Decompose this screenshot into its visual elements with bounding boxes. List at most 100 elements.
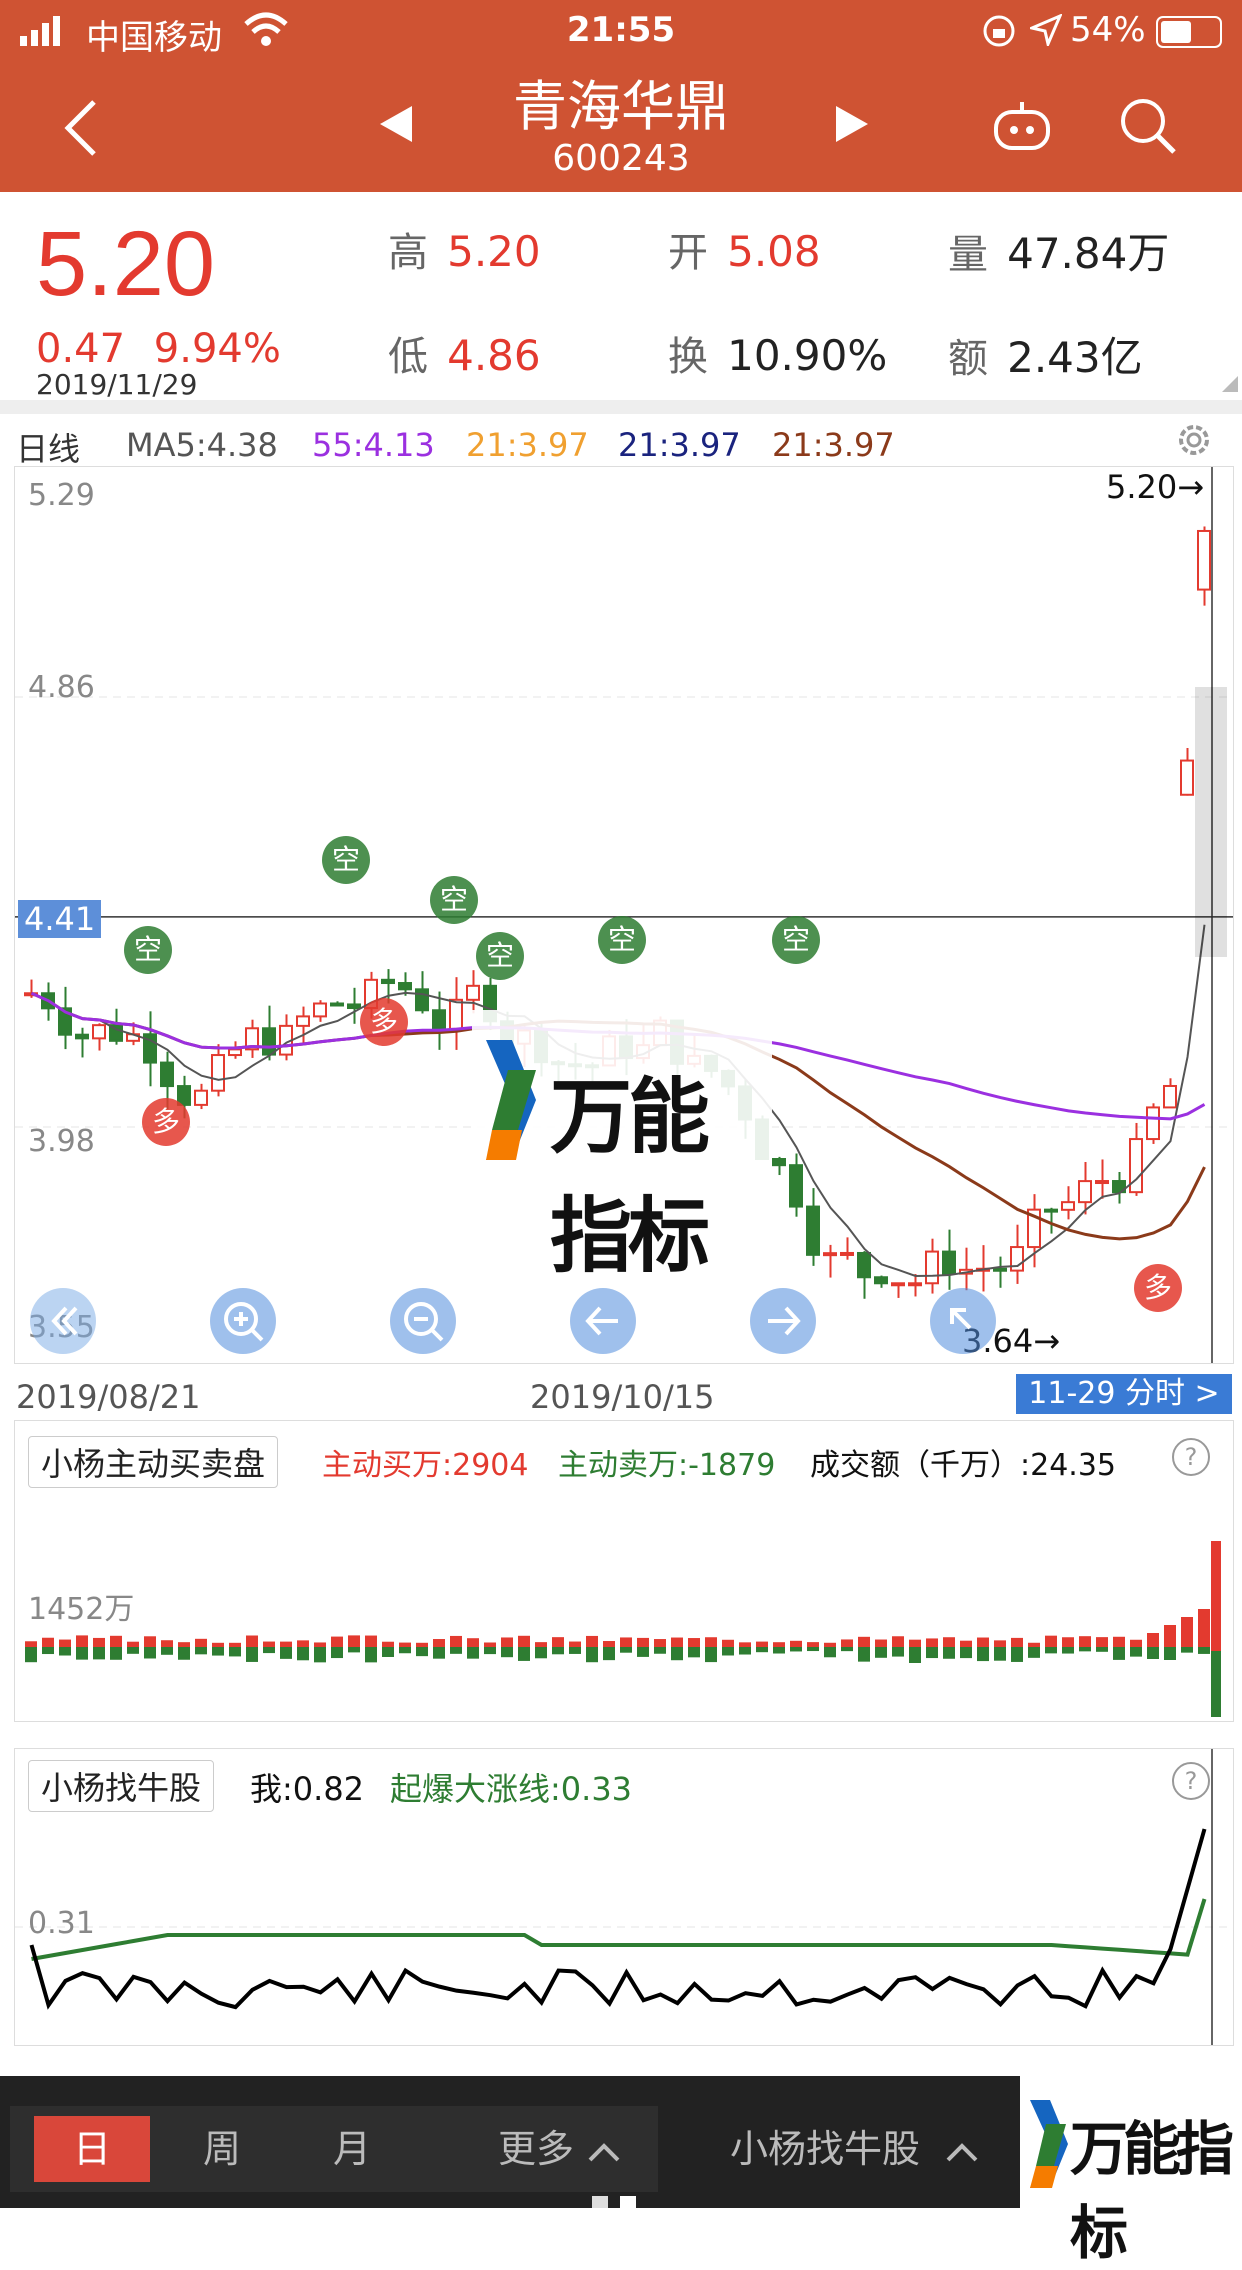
buy-bar bbox=[773, 1642, 785, 1647]
open-stat: 开 5.08 bbox=[668, 220, 821, 278]
buy-bar bbox=[178, 1642, 190, 1647]
tab-day[interactable]: 日 bbox=[34, 2116, 150, 2182]
short-signal-bubble: 空 bbox=[476, 932, 524, 980]
more-button[interactable]: 更多 bbox=[480, 2116, 640, 2182]
buy-bar bbox=[603, 1641, 615, 1647]
buy-bar bbox=[1198, 1609, 1210, 1647]
buy-bar bbox=[433, 1639, 445, 1647]
buy-bar bbox=[399, 1642, 411, 1647]
buy-bar bbox=[671, 1637, 683, 1647]
buy-bar bbox=[960, 1640, 972, 1647]
buy-bar bbox=[246, 1635, 258, 1647]
y-label-top: 5.29 bbox=[28, 478, 95, 513]
sell-bar bbox=[178, 1647, 190, 1660]
turnover-stat: 换 10.90% bbox=[668, 324, 887, 382]
settings-gear-icon[interactable] bbox=[1174, 420, 1214, 460]
sell-bar bbox=[1147, 1647, 1159, 1659]
buy-bar bbox=[1147, 1633, 1159, 1647]
buy-bar bbox=[909, 1639, 921, 1647]
buy-bar bbox=[739, 1642, 751, 1647]
minute-chart-link[interactable]: 11-29 分时 > bbox=[1016, 1374, 1232, 1414]
cursor-price-tag: 4.41 bbox=[18, 900, 102, 938]
candle-body bbox=[381, 978, 395, 985]
sell-bar bbox=[297, 1647, 309, 1661]
indicator-selector[interactable]: 小杨找牛股 bbox=[700, 2116, 1010, 2182]
candle-body bbox=[1078, 1180, 1092, 1204]
low-label: 低 bbox=[388, 334, 428, 380]
sell-bar bbox=[535, 1647, 547, 1659]
candle-body bbox=[993, 1267, 1007, 1272]
fast-back-button[interactable] bbox=[30, 1288, 96, 1354]
sell-bar bbox=[399, 1647, 411, 1654]
sell-bar bbox=[603, 1647, 615, 1661]
buy-bar bbox=[1045, 1635, 1057, 1647]
sell-bar bbox=[467, 1647, 479, 1659]
search-icon[interactable] bbox=[1118, 96, 1178, 156]
fullscreen-button[interactable] bbox=[930, 1288, 996, 1354]
candle-body bbox=[925, 1250, 939, 1285]
sell-bar bbox=[110, 1647, 122, 1660]
double-chevron-left-icon bbox=[51, 1306, 78, 1336]
low-stat: 低 4.86 bbox=[388, 324, 541, 382]
candle-body bbox=[92, 1024, 106, 1040]
watermark-logo-icon bbox=[486, 1040, 536, 1160]
candle-body bbox=[330, 1002, 344, 1007]
zoom-out-button[interactable] bbox=[390, 1288, 456, 1354]
sell-bar bbox=[909, 1647, 921, 1663]
sell-bar bbox=[416, 1647, 428, 1657]
robot-icon[interactable] bbox=[990, 100, 1054, 152]
sell-bar bbox=[365, 1647, 377, 1663]
ma21-brown-label: 21:3.97 bbox=[772, 426, 895, 464]
scroll-thumb bbox=[1195, 687, 1227, 957]
buy-bar bbox=[416, 1642, 428, 1647]
tab-month[interactable]: 月 bbox=[294, 2116, 410, 2182]
candle-body bbox=[398, 982, 412, 991]
period-label[interactable]: 日线 bbox=[16, 424, 80, 470]
sell-bar bbox=[722, 1647, 734, 1656]
buy-bar bbox=[790, 1640, 802, 1647]
sell-bar bbox=[1062, 1647, 1074, 1654]
long-signal-bubble: 多 bbox=[360, 998, 408, 1046]
sell-bar bbox=[263, 1647, 275, 1654]
buy-bar bbox=[297, 1640, 309, 1647]
buy-bar bbox=[1079, 1636, 1091, 1647]
sell-bar bbox=[229, 1647, 241, 1657]
buy-bar bbox=[161, 1640, 173, 1647]
buy-sell-indicator-name[interactable]: 小杨主动买卖盘 bbox=[28, 1436, 279, 1488]
high-value: 5.20 bbox=[447, 227, 541, 276]
sell-bar bbox=[212, 1647, 224, 1656]
battery-label: 54% bbox=[1070, 10, 1146, 50]
sell-bar bbox=[1130, 1647, 1142, 1657]
bull-finder-indicator-name[interactable]: 小杨找牛股 bbox=[28, 1760, 215, 1812]
candle-body bbox=[432, 1009, 446, 1030]
help-icon-bull-finder[interactable]: ? bbox=[1172, 1762, 1210, 1800]
sell-bar bbox=[1028, 1647, 1040, 1658]
candle-body bbox=[1146, 1106, 1160, 1141]
buy-bar bbox=[994, 1640, 1006, 1647]
tab-week[interactable]: 周 bbox=[164, 2116, 280, 2182]
sell-bar bbox=[450, 1647, 462, 1654]
help-icon-buy-sell[interactable]: ? bbox=[1172, 1438, 1210, 1476]
sell-bar bbox=[42, 1647, 54, 1655]
sell-bar bbox=[1181, 1647, 1193, 1653]
sell-bar bbox=[1011, 1647, 1023, 1662]
sell-bar bbox=[1113, 1647, 1125, 1660]
buy-bar bbox=[76, 1635, 88, 1647]
zoom-in-button[interactable] bbox=[210, 1288, 276, 1354]
pan-right-button[interactable] bbox=[750, 1288, 816, 1354]
next-triangle-icon[interactable] bbox=[834, 104, 870, 144]
sell-bar bbox=[93, 1647, 105, 1660]
chevron-up-icon bbox=[588, 2142, 620, 2161]
candle-body bbox=[857, 1251, 871, 1279]
high-label: 高 bbox=[388, 230, 428, 276]
sell-bar bbox=[314, 1647, 326, 1663]
short-signal-bubble: 空 bbox=[124, 926, 172, 974]
sell-bar bbox=[1079, 1647, 1091, 1652]
long-signal-bubble: 多 bbox=[142, 1098, 190, 1146]
buy-bar bbox=[875, 1639, 887, 1647]
candle-body bbox=[1197, 529, 1211, 591]
pan-left-button[interactable] bbox=[570, 1288, 636, 1354]
buy-bar bbox=[620, 1637, 632, 1647]
expand-corner-icon[interactable] bbox=[1222, 376, 1238, 392]
candle-body bbox=[194, 1089, 208, 1106]
